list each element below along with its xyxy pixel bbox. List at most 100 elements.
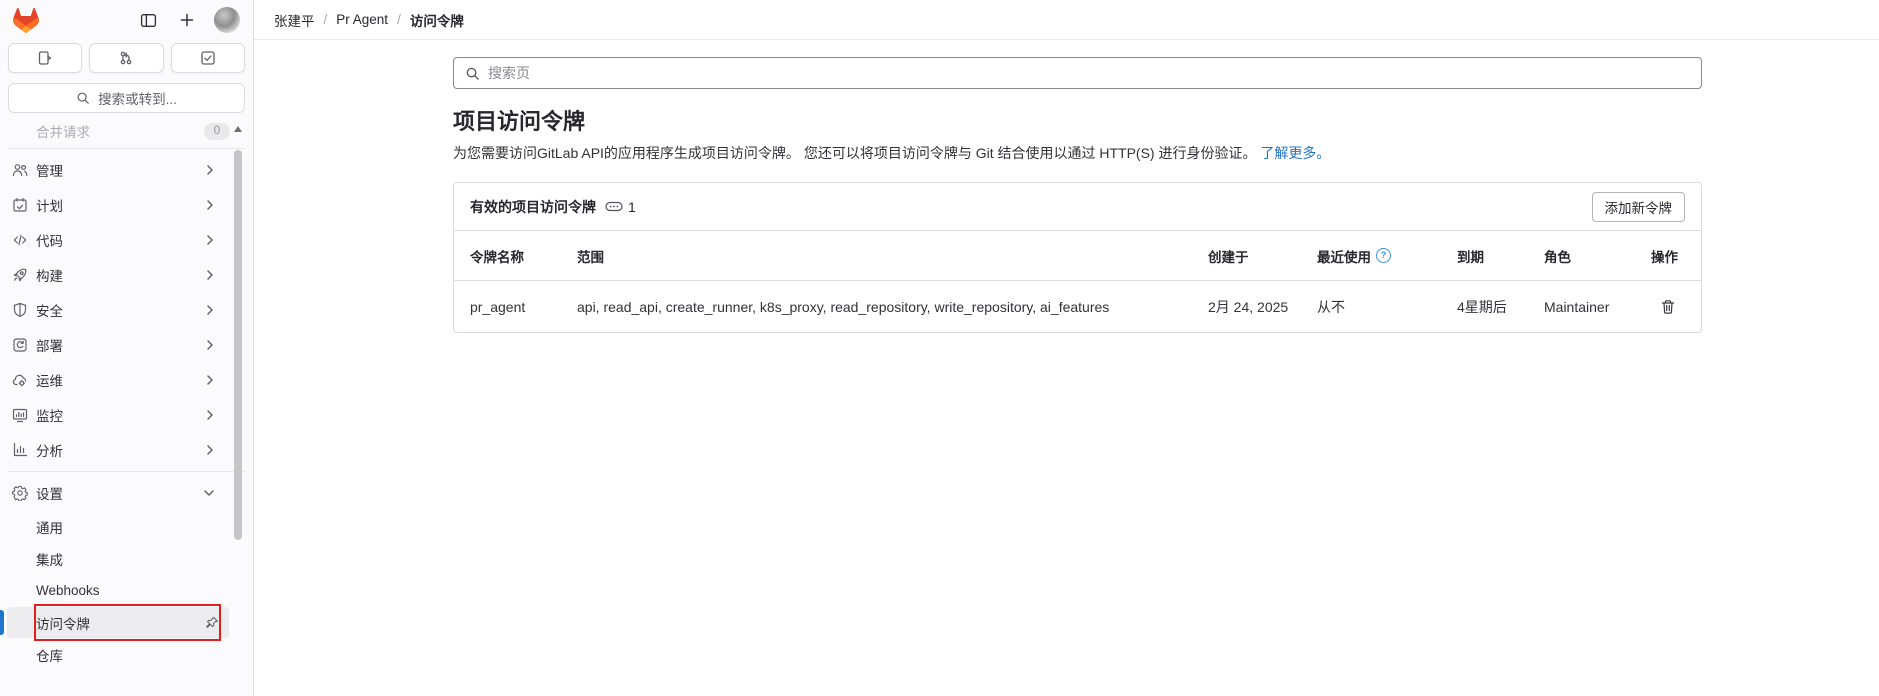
deploy-icon — [12, 337, 28, 353]
main-area: 张建平 / Pr Agent / 访问令牌 项目访问令牌 为您需要访问GitLa… — [254, 0, 1879, 696]
token-scopes: api, read_api, create_runner, k8s_proxy,… — [577, 299, 1208, 315]
page-content: 项目访问令牌 为您需要访问GitLab API的应用程序生成项目访问令牌。 您还… — [453, 57, 1702, 333]
create-new-icon[interactable] — [175, 8, 199, 32]
sidebar-header — [0, 0, 253, 40]
sidebar-item-label: 构建 — [36, 265, 63, 285]
panel-header: 有效的项目访问令牌 1 添加新令牌 — [454, 183, 1701, 231]
chevron-down-icon — [203, 488, 215, 498]
breadcrumb-separator: / — [397, 12, 401, 27]
gitlab-logo-icon[interactable] — [13, 8, 39, 33]
sidebar-item-secure[interactable]: 安全 — [7, 293, 229, 327]
issues-icon — [37, 50, 53, 66]
sidebar-item-label: 运维 — [36, 370, 63, 390]
sidebar-scrollbar[interactable] — [233, 120, 243, 696]
chevron-right-icon — [205, 269, 215, 281]
chevron-right-icon — [205, 339, 215, 351]
trash-icon — [1660, 299, 1676, 315]
merge-request-icon — [118, 50, 134, 66]
sidebar-item-merge-requests[interactable]: 合并请求 0 — [8, 123, 245, 143]
breadcrumb-user[interactable]: 张建平 — [274, 10, 315, 30]
sidebar-item-label: 代码 — [36, 230, 63, 250]
sidebar-item-analyze[interactable]: 分析 — [7, 433, 229, 467]
sidebar-item-deploy[interactable]: 部署 — [7, 328, 229, 362]
chevron-right-icon — [205, 199, 215, 211]
sidebar-item-monitor[interactable]: 监控 — [7, 398, 229, 432]
col-header-last-used: 最近使用 ? — [1317, 246, 1457, 266]
col-header-name: 令牌名称 — [470, 246, 577, 266]
tokens-table-header: 令牌名称 范围 创建于 最近使用 ? 到期 角色 操作 — [454, 231, 1701, 281]
settings-search-box — [453, 57, 1702, 89]
todo-icon — [200, 50, 216, 66]
sidebar-item-label: 管理 — [36, 160, 63, 180]
todo-shortcut-button[interactable] — [171, 43, 245, 73]
sidebar-item-plan[interactable]: 计划 — [7, 188, 229, 222]
help-icon[interactable]: ? — [1376, 248, 1391, 263]
col-header-created: 创建于 — [1208, 246, 1317, 266]
active-tokens-panel: 有效的项目访问令牌 1 添加新令牌 令牌名称 范围 创建于 — [453, 182, 1702, 333]
sidebar-item-label: 分析 — [36, 440, 63, 460]
sidebar-item-integrations[interactable]: 集成 — [7, 543, 229, 574]
chevron-right-icon — [205, 304, 215, 316]
sidebar-item-access-tokens[interactable]: 访问令牌 — [7, 607, 229, 638]
col-header-scopes: 范围 — [577, 246, 1208, 266]
sidebar-item-label: 监控 — [36, 405, 63, 425]
chevron-right-icon — [205, 234, 215, 246]
sidebar-item-build[interactable]: 构建 — [7, 258, 229, 292]
monitor-icon — [12, 407, 28, 423]
sidebar-item-label: 部署 — [36, 335, 63, 355]
sidebar-item-label: 访问令牌 — [36, 613, 90, 633]
sidebar-search[interactable]: 搜索或转到... — [8, 83, 245, 113]
panel-title: 有效的项目访问令牌 — [470, 197, 596, 217]
search-icon — [465, 66, 480, 81]
page-title: 项目访问令牌 — [453, 109, 1702, 135]
token-name: pr_agent — [470, 299, 577, 315]
sidebar-item-label: 安全 — [36, 300, 63, 320]
sidebar-item-label: 通用 — [36, 517, 63, 537]
learn-more-link[interactable]: 了解更多。 — [1260, 145, 1330, 161]
merge-requests-shortcut-button[interactable] — [89, 43, 163, 73]
sidebar-item-label: Webhooks — [36, 583, 100, 598]
token-actions-cell — [1651, 297, 1685, 317]
active-item-indicator — [0, 610, 4, 635]
sidebar-item-label: 仓库 — [36, 645, 63, 665]
chevron-right-icon — [205, 444, 215, 456]
col-header-expires: 到期 — [1457, 246, 1544, 266]
sidebar-item-webhooks[interactable]: Webhooks — [7, 575, 229, 606]
search-icon — [76, 91, 90, 105]
code-icon — [12, 232, 28, 248]
sidebar-shortcuts — [0, 40, 253, 73]
token-icon — [605, 200, 623, 213]
sidebar-item-manage[interactable]: 管理 — [7, 153, 229, 187]
breadcrumb-project[interactable]: Pr Agent — [336, 12, 388, 27]
token-last-used: 从不 — [1317, 297, 1457, 317]
sidebar-item-general[interactable]: 通用 — [7, 511, 229, 542]
sidebar: 搜索或转到... 合并请求 0 管理 — [0, 0, 254, 696]
sidebar-item-repository[interactable]: 仓库 — [7, 639, 229, 670]
scrollbar-thumb[interactable] — [234, 150, 242, 540]
settings-search-input[interactable] — [488, 65, 1690, 81]
sidebar-toggle-icon[interactable] — [136, 8, 160, 32]
user-avatar[interactable] — [214, 7, 240, 33]
pin-icon[interactable] — [205, 616, 219, 630]
analytics-icon — [12, 442, 28, 458]
page-description: 为您需要访问GitLab API的应用程序生成项目访问令牌。 您还可以将项目访问… — [453, 143, 1702, 163]
col-header-actions: 操作 — [1651, 246, 1685, 266]
rocket-icon — [12, 267, 28, 283]
chevron-right-icon — [205, 409, 215, 421]
token-created: 2月 24, 2025 — [1208, 297, 1317, 317]
sidebar-item-label: 集成 — [36, 549, 63, 569]
sidebar-item-operate[interactable]: 运维 — [7, 363, 229, 397]
add-token-button[interactable]: 添加新令牌 — [1592, 192, 1686, 222]
page-description-text: 为您需要访问GitLab API的应用程序生成项目访问令牌。 您还可以将项目访问… — [453, 145, 1256, 161]
gear-icon — [12, 485, 28, 501]
sidebar-item-settings[interactable]: 设置 — [7, 476, 229, 510]
divider — [8, 471, 245, 472]
breadcrumb-separator: / — [324, 12, 328, 27]
token-role: Maintainer — [1544, 299, 1651, 315]
revoke-token-button[interactable] — [1658, 297, 1678, 317]
app-window: 搜索或转到... 合并请求 0 管理 — [0, 0, 1879, 696]
issues-shortcut-button[interactable] — [8, 43, 82, 73]
scrollbar-up-arrow-icon[interactable] — [234, 126, 242, 132]
sidebar-item-code[interactable]: 代码 — [7, 223, 229, 257]
sidebar-scrolled-region: 合并请求 0 — [8, 123, 245, 143]
